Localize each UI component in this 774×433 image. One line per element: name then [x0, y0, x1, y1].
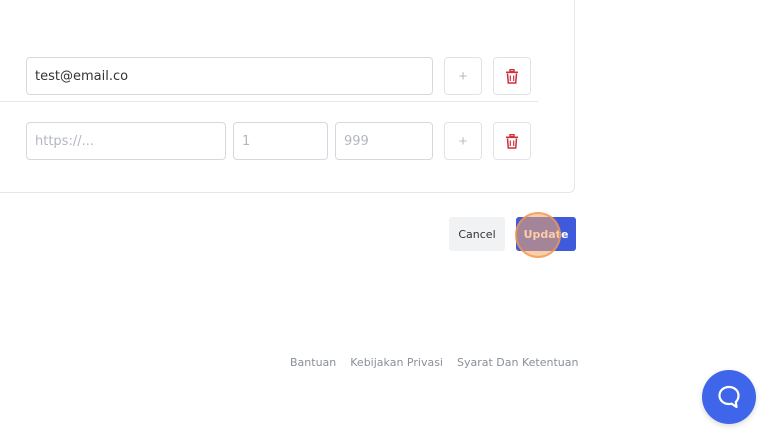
- plus-icon: +: [458, 67, 468, 85]
- trash-icon: [506, 133, 518, 149]
- chat-launcher-button[interactable]: [702, 370, 756, 424]
- chat-bubble-icon: [718, 385, 740, 409]
- delete-link-button[interactable]: [493, 122, 531, 160]
- update-button[interactable]: Update: [516, 217, 576, 251]
- url-field[interactable]: [26, 122, 226, 160]
- add-email-button[interactable]: +: [444, 57, 482, 95]
- email-field[interactable]: [26, 57, 433, 95]
- cancel-button[interactable]: Cancel: [449, 217, 505, 251]
- footer-link-terms[interactable]: Syarat Dan Ketentuan: [457, 356, 578, 369]
- row-divider: [0, 101, 538, 102]
- footer-links: Bantuan Kebijakan Privasi Syarat Dan Ket…: [290, 356, 578, 369]
- min-field[interactable]: [233, 122, 328, 160]
- form-card: [0, 0, 575, 193]
- footer-link-help[interactable]: Bantuan: [290, 356, 336, 369]
- add-link-button[interactable]: +: [444, 122, 482, 160]
- footer-link-privacy[interactable]: Kebijakan Privasi: [350, 356, 443, 369]
- max-field[interactable]: [335, 122, 433, 160]
- delete-email-button[interactable]: [493, 57, 531, 95]
- trash-icon: [506, 68, 518, 84]
- plus-icon: +: [458, 132, 468, 150]
